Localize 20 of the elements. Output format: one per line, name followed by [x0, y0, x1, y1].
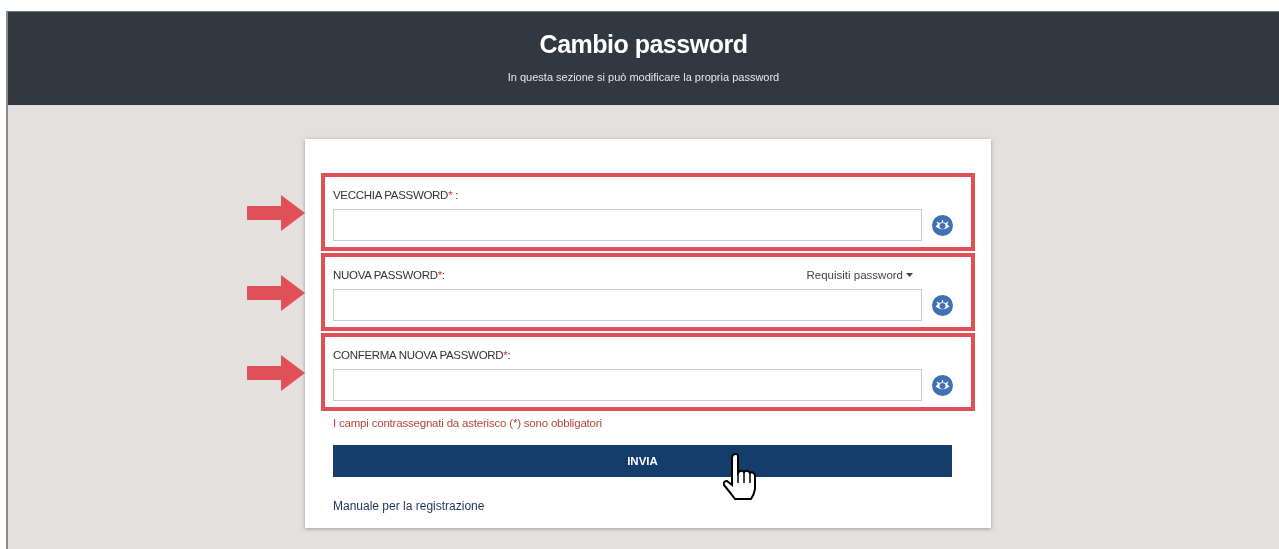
manual-link[interactable]: Manuale per la registrazione — [333, 499, 485, 513]
page-subtitle: In questa sezione si può modificare la propria password — [507, 71, 780, 83]
eye-icon[interactable] — [932, 374, 953, 396]
field-label: NUOVA PASSWORD*: — [333, 269, 445, 281]
arrow-icon — [247, 275, 305, 311]
field-label: CONFERMA NUOVA PASSWORD*: — [333, 349, 511, 361]
required-note: I campi contrassegnati da asterisco (*) sono obbligatori — [333, 417, 603, 429]
hand-cursor-icon — [723, 453, 759, 503]
arrow-icon — [247, 195, 305, 231]
caret-icon — [906, 273, 913, 277]
eye-icon[interactable] — [932, 214, 953, 236]
page-title: Cambio password — [539, 30, 748, 59]
password-field[interactable] — [333, 289, 922, 321]
arrow-icon — [247, 355, 305, 391]
password-field[interactable] — [333, 209, 922, 241]
password-field[interactable] — [333, 369, 922, 401]
submit-button[interactable]: INVIA — [333, 445, 952, 477]
requirements-link[interactable]: Requisiti password — [806, 269, 913, 281]
field-label: VECCHIA PASSWORD* : — [333, 189, 459, 201]
eye-icon[interactable] — [932, 294, 953, 316]
